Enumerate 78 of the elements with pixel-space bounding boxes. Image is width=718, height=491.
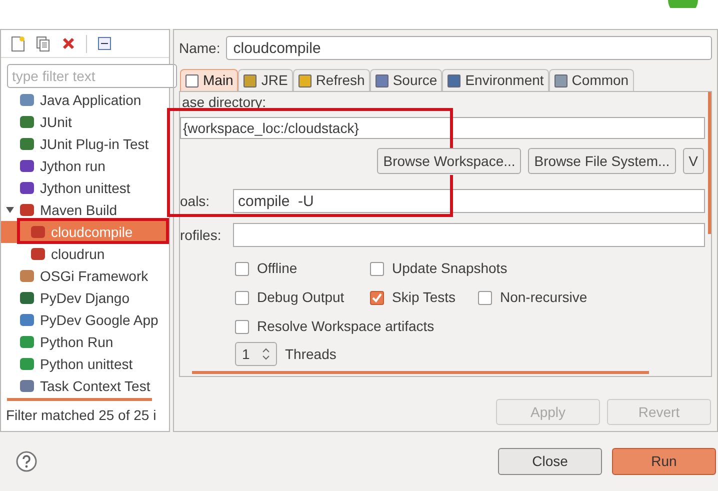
config-type-icon <box>19 357 35 371</box>
tab-icon <box>243 74 258 88</box>
field-label: ase directory: <box>182 94 266 110</box>
goals-field[interactable]: compile -U <box>233 189 705 213</box>
checkbox-box[interactable] <box>235 290 249 304</box>
browse-button[interactable]: Browse Workspace... <box>377 148 522 174</box>
config-type-icon <box>19 137 35 151</box>
tree-item[interactable]: Maven Build <box>1 199 169 221</box>
tree-item[interactable]: cloudrun <box>1 243 169 265</box>
tree-item[interactable]: Java Application <box>1 89 169 111</box>
config-type-icon <box>19 203 35 217</box>
tree-item[interactable]: OSGi Framework <box>1 265 169 287</box>
scrollbar-thumb[interactable] <box>7 398 152 401</box>
config-type-icon <box>19 181 35 195</box>
help-icon[interactable] <box>16 451 37 472</box>
name-field[interactable]: cloudcompile <box>226 36 712 60</box>
field-label: oals: <box>180 192 211 210</box>
field-label: rofiles: <box>180 226 222 244</box>
tab-icon <box>374 74 389 88</box>
tree-item[interactable]: Jython unittest <box>1 177 169 199</box>
tab-icon <box>185 74 199 88</box>
checkbox-label: Skip Tests <box>392 288 456 307</box>
tab[interactable]: Refresh <box>292 69 370 91</box>
config-type-icon <box>19 335 35 349</box>
delete-icon[interactable] <box>62 37 75 50</box>
checkbox-box[interactable] <box>370 262 384 276</box>
name-label: Name: <box>179 38 220 58</box>
filter-field[interactable]: type filter text <box>7 64 177 88</box>
tab-icon <box>554 74 568 88</box>
profiles-field[interactable] <box>233 223 705 247</box>
tree-item[interactable]: PyDev Django <box>1 287 169 309</box>
config-type-icon <box>19 269 35 283</box>
tree-item[interactable]: JUnit Plug-in Test <box>1 133 169 155</box>
tree-item[interactable]: JUnit <box>1 111 169 133</box>
config-type-icon <box>19 379 35 393</box>
scrollbar-thumb[interactable] <box>708 92 711 234</box>
dialog-button[interactable]: Close <box>498 448 602 475</box>
threads-spinner[interactable]: 1 <box>235 342 277 366</box>
config-type-icon <box>19 291 35 305</box>
config-type-icon <box>19 93 35 107</box>
checkbox-box[interactable] <box>235 320 249 334</box>
dialog-button[interactable]: Run <box>612 448 716 475</box>
tree-item[interactable]: PyDev Google App <box>1 309 169 331</box>
config-type-icon <box>19 313 35 327</box>
tab[interactable]: Common <box>548 69 634 91</box>
checkbox-box[interactable] <box>478 290 492 304</box>
checkbox-label: Non-recursive <box>500 288 588 307</box>
tree-item[interactable]: Jython run <box>1 155 169 177</box>
collapse-all-icon[interactable] <box>98 37 111 50</box>
checkbox-label: Resolve Workspace artifacts <box>257 317 434 336</box>
tree-item[interactable]: Task Context Test <box>1 375 169 397</box>
tab-icon <box>298 74 312 88</box>
tab[interactable]: Source <box>370 69 442 91</box>
new-document-icon[interactable] <box>11 36 25 52</box>
tree-item[interactable]: Python Run <box>1 331 169 353</box>
filter-status: Filter matched 25 of 25 i <box>5 406 158 425</box>
config-type-icon <box>19 159 35 173</box>
threads-label: Threads <box>285 344 336 364</box>
config-type-icon <box>19 115 35 129</box>
checkbox-box[interactable] <box>235 262 249 276</box>
scrollbar-thumb[interactable] <box>192 371 649 374</box>
checkbox-label: Offline <box>257 259 298 278</box>
checkmark-icon <box>372 292 382 302</box>
tab-icon <box>447 74 462 88</box>
copy-document-icon[interactable] <box>36 36 51 52</box>
checkbox-box[interactable] <box>370 290 384 304</box>
tab[interactable]: Environment <box>442 69 549 91</box>
tab[interactable]: Main <box>180 69 238 91</box>
base-directory-field[interactable]: {workspace_loc:/cloudstack} <box>180 117 705 139</box>
checkbox-label: Update Snapshots <box>392 259 508 278</box>
config-type-icon <box>30 247 46 261</box>
browse-button[interactable]: V <box>682 148 704 174</box>
config-type-icon <box>30 225 46 239</box>
tree-item[interactable]: Python unittest <box>1 353 169 375</box>
browse-button[interactable]: Browse File System... <box>528 148 676 174</box>
expanded-arrow-icon[interactable] <box>6 206 14 214</box>
tab[interactable]: JRE <box>238 69 293 91</box>
checkbox-label: Debug Output <box>257 288 344 307</box>
